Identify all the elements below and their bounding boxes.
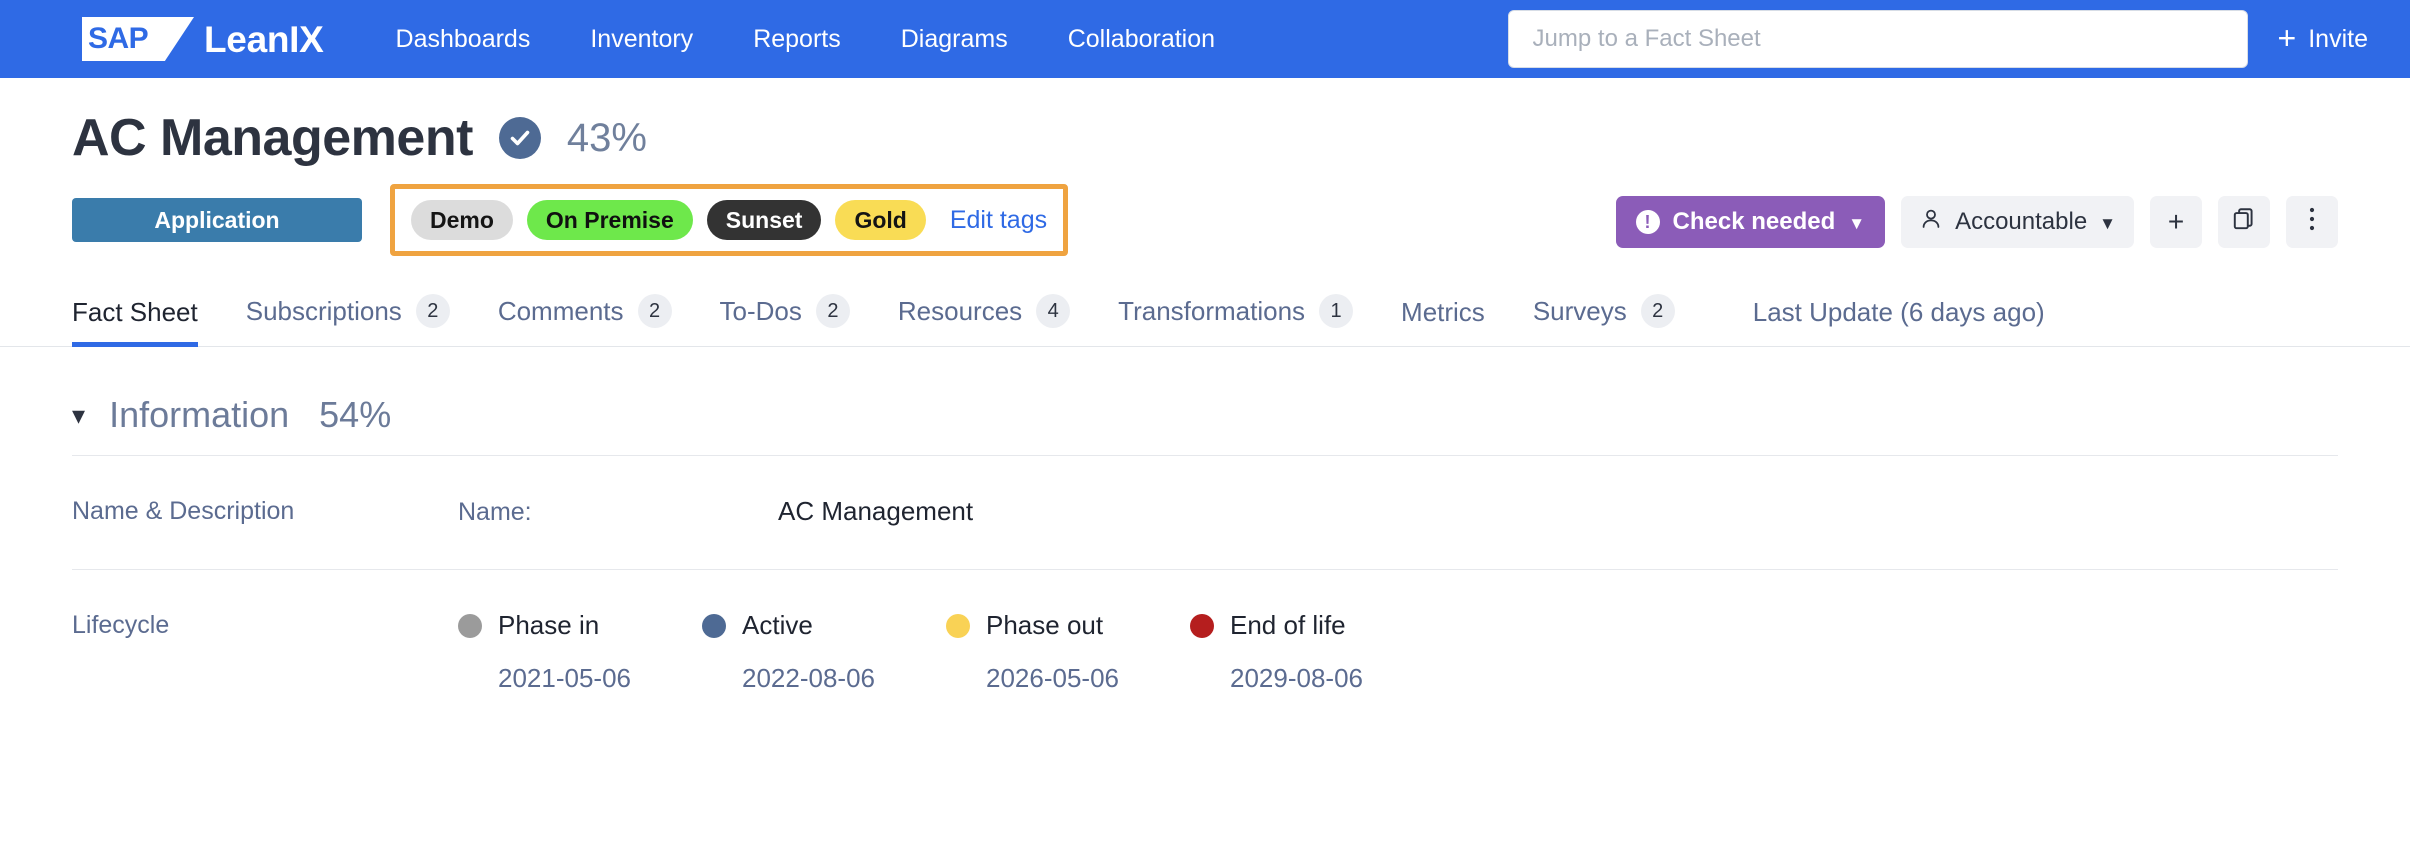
phase-name: Phase in bbox=[498, 610, 600, 640]
tab-label: Transformations bbox=[1118, 295, 1306, 326]
brand-name: LeanIX bbox=[204, 18, 324, 60]
lifecycle-phases: Phase in 2021-05-06 Active 2022-08-06 Ph… bbox=[458, 610, 1434, 694]
tab-label: Surveys bbox=[1532, 295, 1627, 326]
phase-name: Active bbox=[742, 610, 813, 640]
tab-label: Resources bbox=[897, 295, 1023, 326]
main-nav: Dashboards Inventory Reports Diagrams Co… bbox=[396, 26, 1216, 52]
tab-count-badge: 4 bbox=[1036, 294, 1071, 328]
tab-label: Last Update (6 days ago) bbox=[1752, 297, 2045, 327]
tab-fact-sheet[interactable]: Fact Sheet bbox=[72, 297, 198, 347]
check-needed-label: Check needed bbox=[1672, 208, 1836, 235]
information-section: ▾ Information 54% Name & Description Nam… bbox=[0, 347, 2410, 736]
app-window: SAP LeanIX Dashboards Inventory Reports … bbox=[0, 0, 2410, 844]
check-needed-button[interactable]: ! Check needed ▼ bbox=[1615, 196, 1886, 248]
phase-date: 2026-05-06 bbox=[986, 663, 1119, 693]
tab-last-update[interactable]: Last Update (6 days ago) bbox=[1753, 297, 2045, 346]
completion-percentage: 43% bbox=[566, 116, 647, 160]
chevron-down-icon[interactable]: ▾ bbox=[72, 402, 85, 428]
tab-label: Metrics bbox=[1401, 297, 1485, 327]
factsheet-header: AC Management 43% ! Check needed ▼ Accou… bbox=[0, 78, 2410, 256]
lifecycle-phase-in[interactable]: Phase in 2021-05-06 bbox=[458, 610, 702, 694]
nav-item-reports[interactable]: Reports bbox=[753, 26, 841, 52]
tag-gold[interactable]: Gold bbox=[835, 200, 926, 240]
tab-count-badge: 2 bbox=[815, 294, 850, 328]
nav-item-inventory[interactable]: Inventory bbox=[590, 26, 693, 52]
tab-count-badge: 2 bbox=[415, 294, 450, 328]
phase-date: 2022-08-06 bbox=[742, 663, 875, 693]
factsheet-action-bar: ! Check needed ▼ Accountable ▼ + bbox=[1615, 196, 2338, 248]
tag-sunset[interactable]: Sunset bbox=[706, 200, 822, 240]
factsheet-tabs: Fact Sheet Subscriptions 2 Comments 2 To… bbox=[0, 294, 2410, 347]
name-value[interactable]: AC Management bbox=[778, 496, 973, 527]
invite-label: Invite bbox=[2308, 24, 2368, 53]
search-box[interactable] bbox=[1507, 10, 2248, 68]
exclamation-icon: ! bbox=[1635, 210, 1660, 234]
sap-logo-text: SAP bbox=[88, 22, 149, 55]
lifecycle-end-of-life[interactable]: End of life 2029-08-06 bbox=[1190, 610, 1434, 694]
factsheet-type-badge[interactable]: Application bbox=[72, 198, 362, 242]
invite-button[interactable]: + Invite bbox=[2277, 20, 2368, 56]
edit-tags-link[interactable]: Edit tags bbox=[950, 206, 1047, 235]
tab-count-badge: 2 bbox=[637, 294, 672, 328]
field-row-lifecycle: Lifecycle Phase in 2021-05-06 Active 202… bbox=[72, 570, 2338, 736]
nav-item-dashboards[interactable]: Dashboards bbox=[396, 26, 531, 52]
sap-logo-icon: SAP bbox=[82, 17, 194, 61]
field-label: Name & Description bbox=[72, 497, 295, 525]
tab-label: Fact Sheet bbox=[72, 297, 198, 327]
accountable-label: Accountable bbox=[1955, 208, 2088, 235]
tab-label: Comments bbox=[497, 295, 624, 326]
tab-to-dos[interactable]: To-Dos 2 bbox=[720, 294, 850, 346]
chevron-down-icon: ▼ bbox=[2099, 213, 2116, 233]
nav-item-collaboration[interactable]: Collaboration bbox=[1068, 26, 1215, 52]
kebab-menu-icon bbox=[2308, 205, 2316, 240]
tab-surveys[interactable]: Surveys 2 bbox=[1533, 294, 1675, 346]
tab-count-badge: 1 bbox=[1319, 294, 1354, 328]
tag-on-premise[interactable]: On Premise bbox=[526, 200, 693, 240]
search-container bbox=[1507, 10, 2248, 68]
section-title: Information bbox=[109, 394, 290, 435]
add-button[interactable]: + bbox=[2150, 196, 2202, 248]
accountable-button[interactable]: Accountable ▼ bbox=[1901, 196, 2134, 248]
tab-transformations[interactable]: Transformations 1 bbox=[1118, 294, 1354, 346]
field-body: Name: AC Management bbox=[458, 496, 973, 527]
factsheet-title-row: AC Management 43% bbox=[72, 112, 2338, 164]
tab-label: To-Dos bbox=[719, 295, 802, 326]
lifecycle-phase-out[interactable]: Phase out 2026-05-06 bbox=[946, 610, 1190, 694]
nav-item-diagrams[interactable]: Diagrams bbox=[901, 26, 1008, 52]
plus-icon: + bbox=[2167, 206, 2185, 237]
brand-logo[interactable]: SAP LeanIX bbox=[82, 0, 324, 78]
tab-metrics[interactable]: Metrics bbox=[1401, 297, 1485, 346]
information-section-header[interactable]: ▾ Information 54% bbox=[72, 347, 2338, 456]
phase-name: Phase out bbox=[986, 610, 1104, 640]
page-title: AC Management bbox=[72, 109, 473, 167]
section-completion: 54% bbox=[319, 394, 392, 435]
tab-comments[interactable]: Comments 2 bbox=[498, 294, 672, 346]
tab-count-badge: 2 bbox=[1640, 294, 1675, 328]
tab-label: Subscriptions bbox=[245, 295, 402, 326]
tag-demo[interactable]: Demo bbox=[411, 200, 513, 240]
end-of-life-dot-icon bbox=[1190, 613, 1214, 638]
tab-resources[interactable]: Resources 4 bbox=[897, 294, 1071, 346]
copy-icon bbox=[2231, 206, 2257, 239]
phase-in-dot-icon bbox=[458, 613, 482, 638]
active-dot-icon bbox=[702, 613, 726, 638]
field-label: Lifecycle bbox=[72, 611, 170, 639]
plus-icon: + bbox=[2277, 20, 2297, 56]
tab-subscriptions[interactable]: Subscriptions 2 bbox=[246, 294, 450, 346]
chevron-down-icon: ▼ bbox=[1848, 213, 1866, 233]
name-sub-label: Name: bbox=[458, 498, 532, 526]
field-row-name-description: Name & Description Name: AC Management bbox=[72, 456, 2338, 570]
more-options-button[interactable] bbox=[2286, 196, 2338, 248]
phase-out-dot-icon bbox=[946, 613, 970, 638]
duplicate-button[interactable] bbox=[2218, 196, 2270, 248]
tags-highlight-box: Demo On Premise Sunset Gold Edit tags bbox=[390, 184, 1069, 256]
lifecycle-active[interactable]: Active 2022-08-06 bbox=[702, 610, 946, 694]
phase-date: 2021-05-06 bbox=[498, 663, 631, 693]
person-icon bbox=[1919, 207, 1943, 238]
phase-name: End of life bbox=[1230, 610, 1346, 640]
top-navigation-bar: SAP LeanIX Dashboards Inventory Reports … bbox=[0, 0, 2410, 78]
search-input[interactable] bbox=[1530, 24, 2225, 54]
phase-date: 2029-08-06 bbox=[1230, 663, 1363, 693]
check-circle-icon bbox=[498, 117, 541, 159]
